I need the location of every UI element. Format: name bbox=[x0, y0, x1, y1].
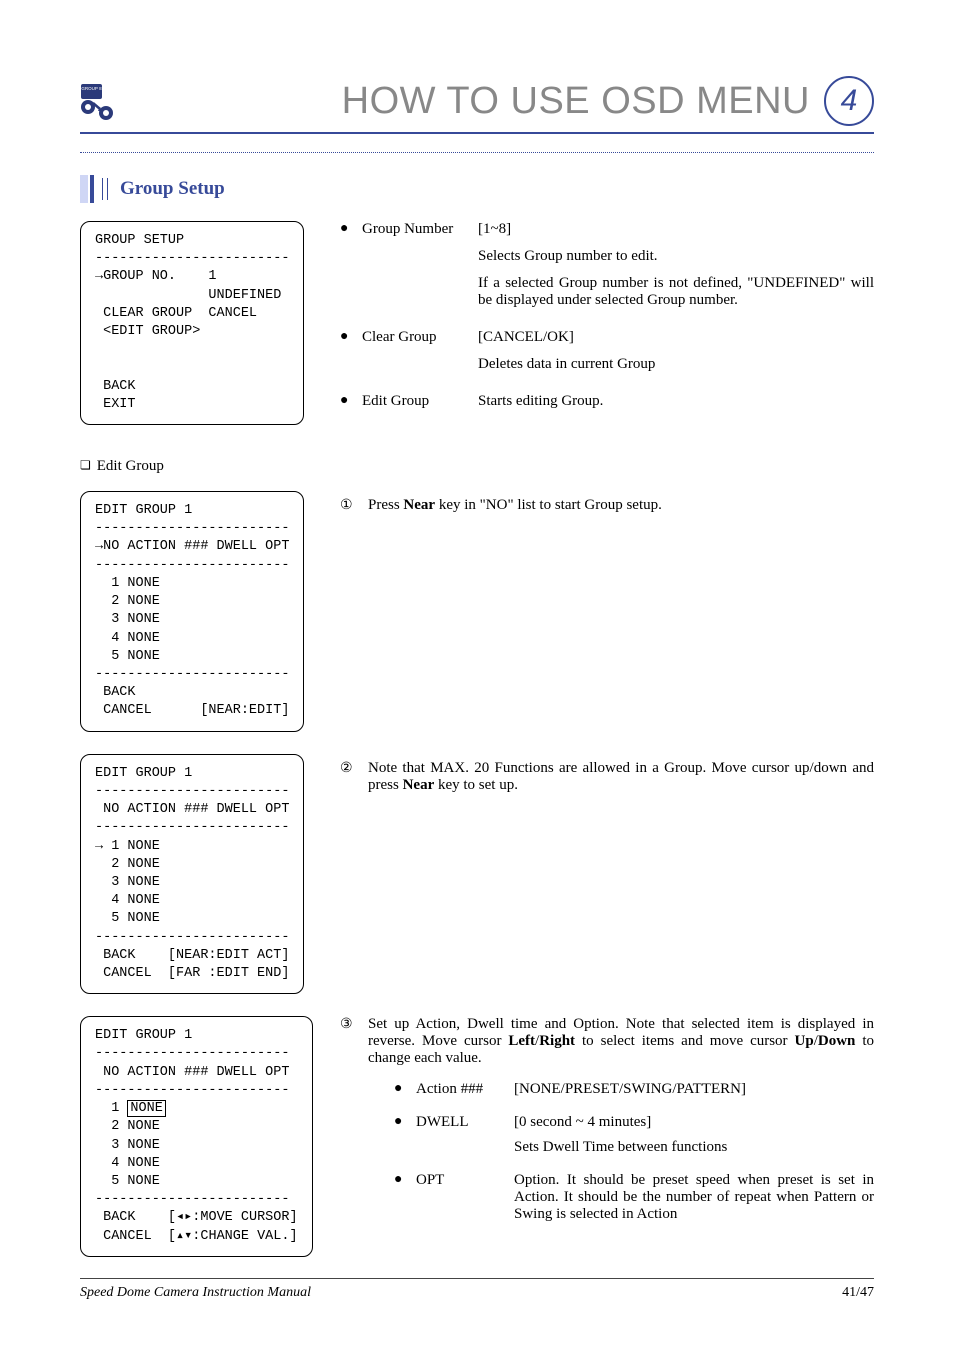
step-number: ③ bbox=[340, 1016, 368, 1239]
section-heading: Group Setup bbox=[80, 175, 874, 203]
page-header: GROUP 8 HOW TO USE OSD MENU 4 bbox=[80, 76, 874, 134]
chapter-number-badge: 4 bbox=[824, 76, 874, 126]
step3-parameters: ● Action ### [NONE/PRESET/SWING/PATTERN]… bbox=[394, 1081, 874, 1231]
osd-edit-group-3: EDIT GROUP 1 ------------------------ NO… bbox=[80, 1016, 313, 1257]
group-setup-description: ● Group Number [1~8] Selects Group numbe… bbox=[340, 221, 874, 430]
svg-text:GROUP 8: GROUP 8 bbox=[81, 86, 102, 91]
footer-page-number: 41/47 bbox=[842, 1285, 874, 1301]
osd-edit-group-1: EDIT GROUP 1 ------------------------ →N… bbox=[80, 491, 304, 732]
step-number: ② bbox=[340, 760, 368, 800]
square-bullet-icon: ❏ bbox=[80, 458, 91, 473]
page-footer: Speed Dome Camera Instruction Manual 41/… bbox=[80, 1278, 874, 1301]
osd-edit-group-2: EDIT GROUP 1 ------------------------ NO… bbox=[80, 754, 304, 995]
step-number: ① bbox=[340, 497, 368, 520]
header-divider bbox=[80, 152, 874, 153]
group-8-icon: GROUP 8 bbox=[80, 81, 120, 121]
page-title: HOW TO USE OSD MENU bbox=[342, 80, 810, 123]
edit-group-subheading: ❏Edit Group bbox=[80, 458, 874, 475]
osd-group-setup: GROUP SETUP ------------------------ →GR… bbox=[80, 221, 304, 425]
footer-doc-title: Speed Dome Camera Instruction Manual bbox=[80, 1285, 311, 1301]
